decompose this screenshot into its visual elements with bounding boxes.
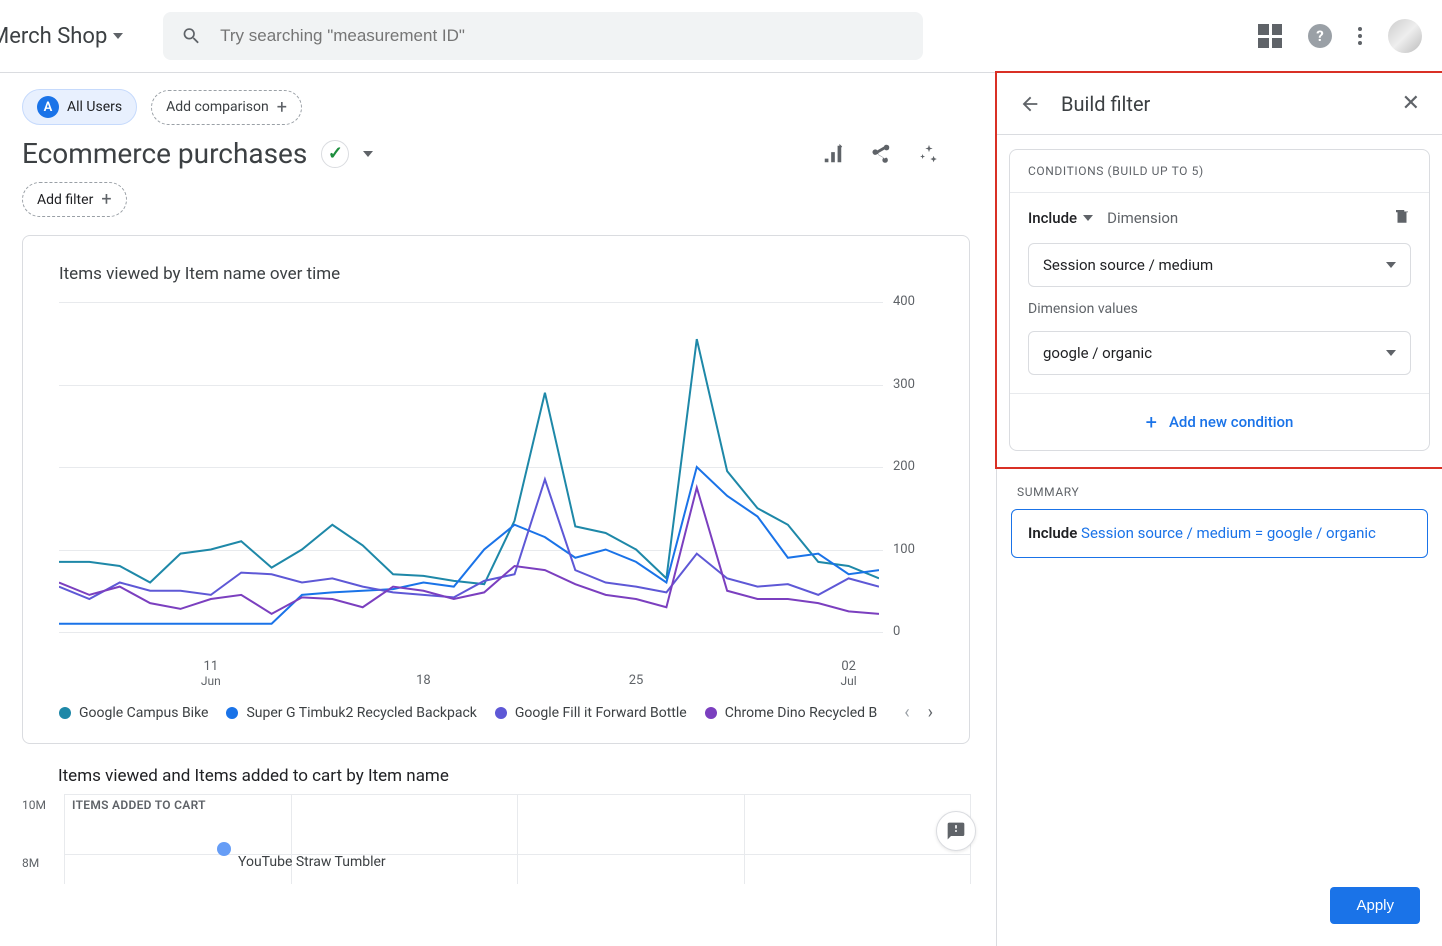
- caret-down-icon: [1083, 215, 1093, 221]
- dimension-label: Dimension: [1107, 209, 1178, 227]
- legend-item[interactable]: Google Fill it Forward Bottle: [495, 705, 687, 721]
- plus-icon: +: [101, 189, 111, 210]
- share-icon[interactable]: [870, 143, 892, 165]
- search-bar[interactable]: [163, 12, 923, 60]
- chart2-title: Items viewed and Items added to cart by …: [22, 766, 970, 786]
- chart-legend: Google Campus Bike Super G Timbuk2 Recycl…: [59, 702, 933, 723]
- report-title: Ecommerce purchases: [22, 137, 307, 170]
- add-filter-button[interactable]: Add filter +: [22, 182, 127, 217]
- status-check-icon[interactable]: ✓: [321, 140, 349, 168]
- trash-icon[interactable]: [1393, 207, 1411, 229]
- chart-card: Items viewed by Item name over time 0100…: [22, 235, 970, 744]
- conditions-header: CONDITIONS (BUILD UP TO 5): [1010, 150, 1429, 193]
- plus-icon: +: [277, 97, 287, 118]
- segment-label: All Users: [67, 99, 122, 115]
- caret-down-icon: [1386, 350, 1396, 356]
- search-input[interactable]: [220, 26, 905, 46]
- close-icon[interactable]: ✕: [1402, 91, 1420, 116]
- dimension-select[interactable]: Session source / medium: [1028, 243, 1411, 287]
- line-chart: 010020030040011Jun182502Jul: [59, 302, 933, 652]
- conditions-card: CONDITIONS (BUILD UP TO 5) Include Dimen…: [1009, 149, 1430, 451]
- add-comparison-button[interactable]: Add comparison +: [151, 90, 302, 125]
- search-icon: [181, 25, 202, 47]
- help-icon[interactable]: ?: [1308, 24, 1332, 48]
- include-dropdown[interactable]: Include: [1028, 209, 1093, 227]
- legend-next[interactable]: ›: [928, 702, 933, 723]
- summary-label: SUMMARY: [997, 467, 1442, 509]
- add-condition-button[interactable]: + Add new condition: [1010, 393, 1429, 450]
- caret-down-icon[interactable]: [363, 151, 373, 157]
- customize-icon[interactable]: [822, 143, 844, 165]
- feedback-button[interactable]: [936, 811, 976, 851]
- chart-title: Items viewed by Item name over time: [59, 264, 933, 284]
- summary-card: Include Session source / medium = google…: [1011, 509, 1428, 558]
- scatter-chart: 10M 8M ITEMS ADDED TO CART YouTube Straw…: [22, 794, 970, 884]
- legend-item[interactable]: Chrome Dino Recycled B: [705, 705, 878, 721]
- more-icon[interactable]: [1358, 27, 1362, 45]
- property-selector[interactable]: nt Merch Shop: [0, 24, 123, 49]
- legend-prev[interactable]: ‹: [904, 702, 909, 723]
- avatar[interactable]: [1388, 19, 1422, 53]
- segment-all-users[interactable]: A All Users: [22, 89, 137, 125]
- build-filter-panel: Build filter ✕ CONDITIONS (BUILD UP TO 5…: [996, 73, 1442, 946]
- caret-down-icon: [1386, 262, 1396, 268]
- property-sub: nt: [0, 26, 1, 40]
- scatter-point-label: YouTube Straw Tumbler: [238, 854, 386, 870]
- insights-icon[interactable]: [918, 143, 940, 165]
- segment-badge: A: [37, 96, 59, 118]
- values-select[interactable]: google / organic: [1028, 331, 1411, 375]
- apps-icon[interactable]: [1258, 24, 1282, 48]
- back-arrow-icon[interactable]: [1019, 93, 1041, 115]
- legend-item[interactable]: Google Campus Bike: [59, 705, 208, 721]
- apply-button[interactable]: Apply: [1330, 887, 1420, 924]
- plus-icon: +: [1146, 410, 1157, 434]
- panel-title: Build filter: [1061, 92, 1150, 116]
- caret-down-icon: [113, 33, 123, 39]
- values-label: Dimension values: [1028, 301, 1411, 317]
- property-name: Merch Shop: [0, 24, 107, 49]
- legend-item[interactable]: Super G Timbuk2 Recycled Backpack: [226, 705, 476, 721]
- scatter-point[interactable]: [217, 842, 231, 856]
